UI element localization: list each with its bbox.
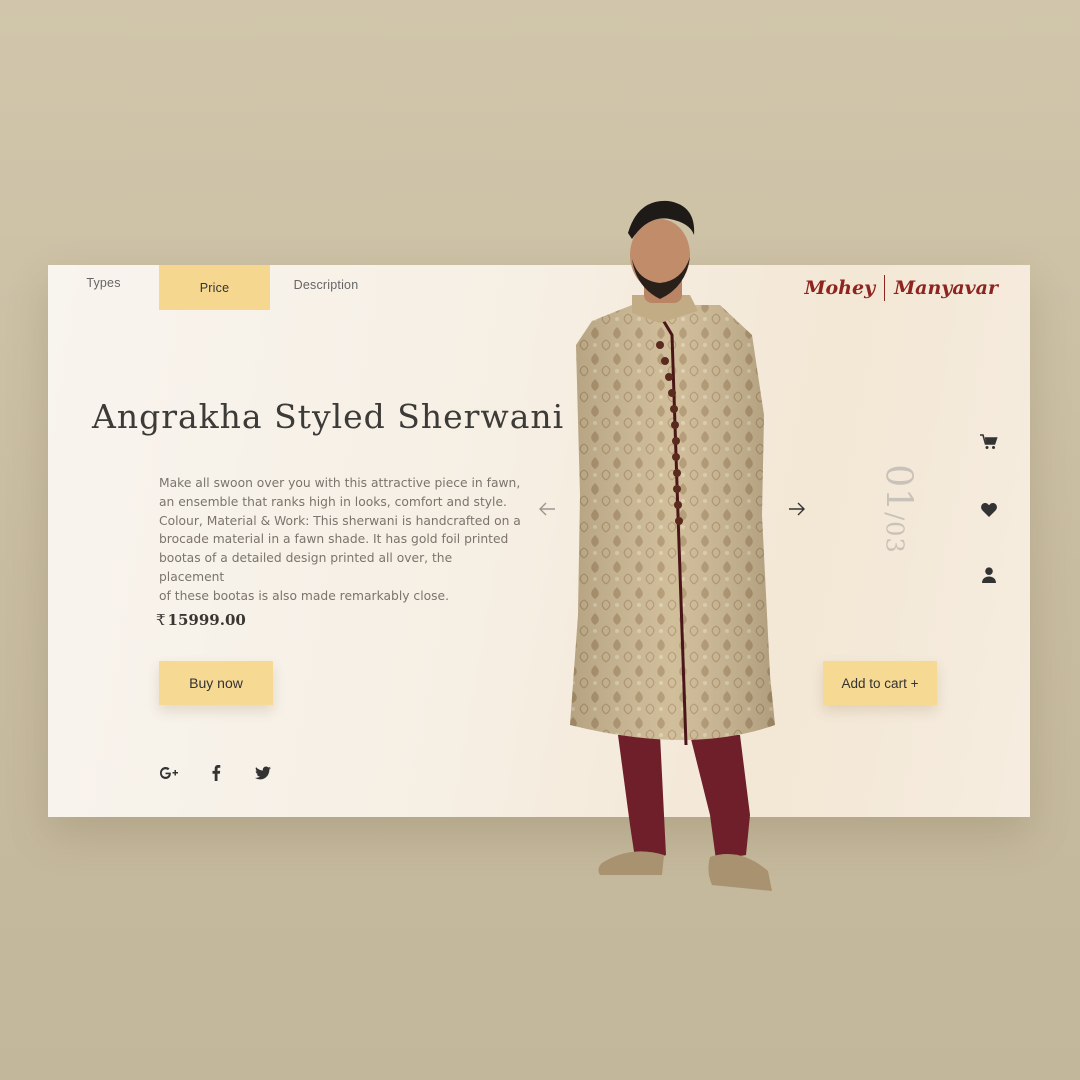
description-line: Colour, Material & Work: This sherwani i… [159, 513, 521, 528]
tab-description[interactable]: Description [270, 262, 382, 307]
facebook-icon[interactable] [206, 763, 226, 783]
product-model-image [570, 200, 775, 891]
slide-counter: 01/03 [868, 459, 928, 559]
product-description: Make all swoon over you with this attrac… [159, 474, 521, 606]
tab-bar: Types Price Description [48, 265, 382, 310]
twitter-icon[interactable] [253, 763, 273, 783]
price-value: 15999.00 [167, 611, 246, 629]
social-links [159, 763, 300, 783]
user-icon[interactable] [978, 564, 1000, 586]
google-plus-icon[interactable] [159, 763, 179, 783]
product-price: ₹15999.00 [156, 611, 246, 629]
cart-icon[interactable] [978, 431, 1000, 453]
description-line: brocade material in a fawn shade. It has… [159, 532, 509, 547]
heart-icon[interactable] [978, 499, 1000, 521]
add-to-cart-button[interactable]: Add to cart + [823, 661, 937, 705]
brand-logo-right: Manyavar [894, 277, 998, 299]
currency-symbol: ₹ [156, 611, 166, 629]
product-card: Types Price Description Mohey Manyavar A… [48, 265, 1030, 817]
brand-divider [884, 275, 886, 301]
tab-types[interactable]: Types [48, 260, 159, 305]
brand-logo-left: Mohey [804, 277, 876, 299]
description-line: an ensemble that ranks high in looks, co… [159, 494, 507, 509]
description-line: bootas of a detailed design printed all … [159, 551, 453, 584]
description-line: of these bootas is also made remarkably … [159, 588, 450, 603]
description-line: Make all swoon over you with this attrac… [159, 476, 521, 490]
slide-separator: / [880, 512, 909, 522]
slide-total: 03 [880, 521, 909, 554]
brand-logo[interactable]: Mohey Manyavar [804, 275, 998, 301]
slide-current: 01 [877, 464, 919, 513]
buy-now-button[interactable]: Buy now [159, 661, 273, 705]
tab-price[interactable]: Price [159, 265, 270, 310]
product-title: Angrakha Styled Sherwani [92, 397, 565, 436]
